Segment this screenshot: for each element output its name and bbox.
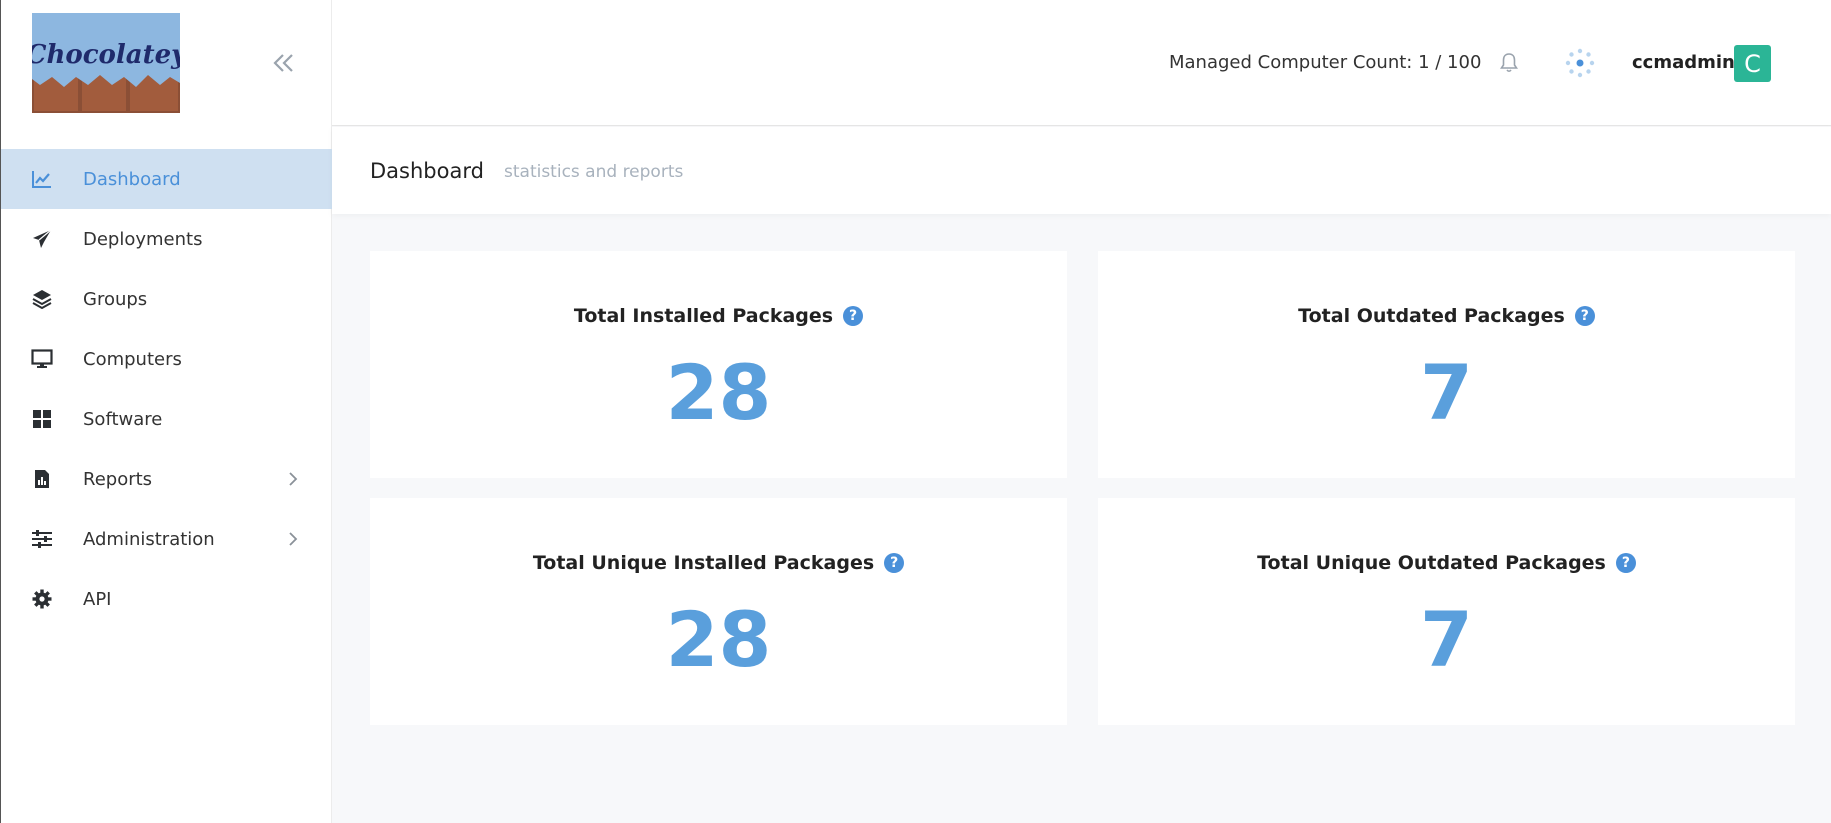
stat-card-title-row: Total Installed Packages ? xyxy=(370,305,1067,327)
username[interactable]: ccmadmin xyxy=(1632,52,1735,73)
sidebar-item-groups[interactable]: Groups xyxy=(1,269,332,329)
stat-card-title-row: Total Unique Outdated Packages ? xyxy=(1098,552,1795,574)
stat-card-value: 28 xyxy=(665,595,772,684)
sidebar-item-label: Software xyxy=(83,408,163,430)
stat-card-total-unique-installed: Total Unique Installed Packages ? 28 xyxy=(370,498,1067,725)
stat-card-value: 7 xyxy=(1420,348,1473,437)
chart-line-icon xyxy=(31,168,53,190)
sidebar: Chocolatey Dashboard Deployments Groups … xyxy=(0,0,332,823)
sidebar-item-deployments[interactable]: Deployments xyxy=(1,209,332,269)
stat-card-title-row: Total Outdated Packages ? xyxy=(1098,305,1795,327)
sidebar-item-label: Reports xyxy=(83,468,153,490)
paper-plane-icon xyxy=(31,228,53,250)
stat-card-title: Total Installed Packages xyxy=(573,305,834,327)
top-bar: Managed Computer Count: 1 / 100 ccmadmin… xyxy=(332,0,1831,126)
sidebar-item-label: Dashboard xyxy=(83,168,181,190)
desktop-icon xyxy=(31,348,53,370)
logo-image: Chocolatey xyxy=(32,13,180,113)
sidebar-item-label: Computers xyxy=(83,348,182,370)
stat-card-total-outdated: Total Outdated Packages ? 7 xyxy=(1098,251,1795,478)
managed-computer-count: Managed Computer Count: 1 / 100 xyxy=(1169,52,1482,73)
chevron-right-icon xyxy=(289,472,298,486)
sidebar-item-software[interactable]: Software xyxy=(1,389,332,449)
loading-spinner-icon xyxy=(1565,48,1595,78)
stat-card-title-row: Total Unique Installed Packages ? xyxy=(370,552,1067,574)
sidebar-item-reports[interactable]: Reports xyxy=(1,449,332,509)
collapse-sidebar-button[interactable] xyxy=(267,46,301,80)
stat-card-total-unique-outdated: Total Unique Outdated Packages ? 7 xyxy=(1098,498,1795,725)
double-chevron-left-icon xyxy=(273,54,293,72)
chevron-right-icon xyxy=(289,532,298,546)
stat-card-total-installed: Total Installed Packages ? 28 xyxy=(370,251,1067,478)
sidebar-item-label: Deployments xyxy=(83,228,203,250)
help-icon[interactable]: ? xyxy=(1574,306,1595,326)
sliders-icon xyxy=(31,528,53,550)
sidebar-item-dashboard[interactable]: Dashboard xyxy=(1,149,332,209)
stat-card-title: Total Outdated Packages xyxy=(1298,305,1565,327)
help-icon[interactable]: ? xyxy=(884,553,905,573)
sidebar-nav: Dashboard Deployments Groups Computers S… xyxy=(1,149,332,629)
gear-icon xyxy=(31,588,53,610)
stat-card-value: 28 xyxy=(665,348,772,437)
sidebar-item-label: Groups xyxy=(83,288,148,310)
stat-card-value: 7 xyxy=(1420,595,1473,684)
layers-icon xyxy=(31,288,53,310)
bell-icon[interactable] xyxy=(1497,51,1521,75)
page-title: Dashboard xyxy=(370,159,484,183)
grid-icon xyxy=(31,408,53,430)
help-icon[interactable]: ? xyxy=(1615,553,1636,573)
logo-lettering: Chocolatey xyxy=(32,40,180,70)
sidebar-item-label: Administration xyxy=(83,528,215,550)
page-header: Dashboard statistics and reports xyxy=(332,127,1831,214)
help-icon[interactable]: ? xyxy=(843,306,864,326)
avatar[interactable]: C xyxy=(1734,45,1771,82)
sidebar-item-api[interactable]: API xyxy=(1,569,332,629)
avatar-letter: C xyxy=(1744,49,1761,78)
page-subtitle: statistics and reports xyxy=(504,162,684,182)
sidebar-item-label: API xyxy=(83,588,112,610)
stat-card-title: Total Unique Installed Packages xyxy=(532,552,875,574)
sidebar-item-administration[interactable]: Administration xyxy=(1,509,332,569)
report-icon xyxy=(31,468,53,490)
app: Chocolatey Dashboard Deployments Groups … xyxy=(0,0,1831,823)
sidebar-item-computers[interactable]: Computers xyxy=(1,329,332,389)
chocolatey-logo[interactable]: Chocolatey xyxy=(32,13,180,113)
stat-card-title: Total Unique Outdated Packages xyxy=(1257,552,1606,574)
